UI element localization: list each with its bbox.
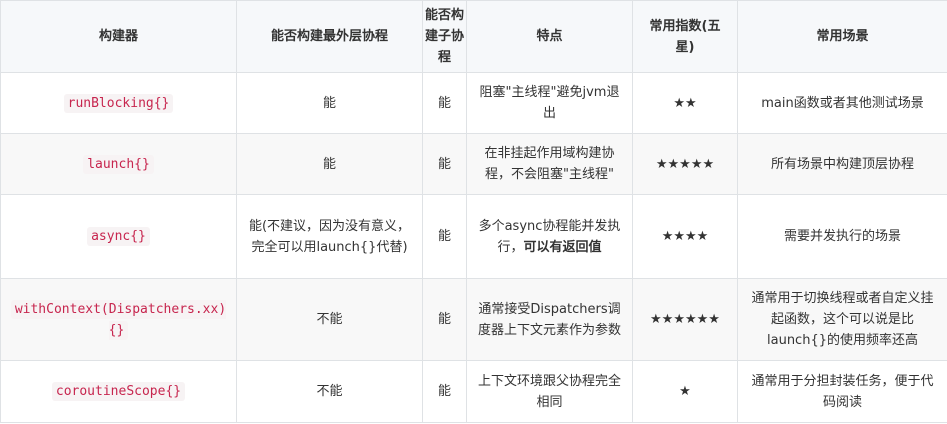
stars-rating: ★★★★★★ bbox=[632, 278, 738, 361]
builder-name: coroutineScope{} bbox=[51, 382, 186, 401]
builder-cell: runBlocking{} bbox=[0, 72, 237, 134]
stars-rating: ★★★★ bbox=[632, 194, 738, 279]
stars-rating: ★★★★★ bbox=[632, 133, 738, 195]
table-header: 构建器 能否构建最外层协程 能否构建子协程 特点 常用指数(五星) 常用场景 bbox=[0, 0, 947, 73]
outermost-cell: 不能 bbox=[236, 360, 423, 423]
outermost-cell: 能 bbox=[236, 133, 423, 195]
scenario-cell: 所有场景中构建顶层协程 bbox=[737, 133, 947, 195]
outermost-cell: 能(不建议，因为没有意义，完全可以用launch{}代替) bbox=[236, 194, 423, 279]
table-row: withContext(Dispatchers.xx){} 不能 能 通常接受D… bbox=[0, 278, 947, 361]
builder-cell: async{} bbox=[0, 194, 237, 279]
builder-name: withContext(Dispatchers.xx){} bbox=[10, 299, 227, 340]
feature-cell: 阻塞"主线程"避免jvm退出 bbox=[466, 72, 633, 134]
outermost-cell: 能 bbox=[236, 72, 423, 134]
scenario-cell: main函数或者其他测试场景 bbox=[737, 72, 947, 134]
child-cell: 能 bbox=[422, 360, 467, 423]
feature-cell: 上下文环境跟父协程完全相同 bbox=[466, 360, 633, 423]
table-row: async{} 能(不建议，因为没有意义，完全可以用launch{}代替) 能 … bbox=[0, 194, 947, 279]
scenario-cell: 通常用于切换线程或者自定义挂起函数，这个可以说是比launch{}的使用频率还高 bbox=[737, 278, 947, 361]
feature-bold-text: 可以有返回值 bbox=[523, 239, 602, 255]
table-row: coroutineScope{} 不能 能 上下文环境跟父协程完全相同 ★ 通常… bbox=[0, 360, 947, 423]
stars-rating: ★ bbox=[632, 360, 738, 423]
child-cell: 能 bbox=[422, 133, 467, 195]
child-cell: 能 bbox=[422, 72, 467, 134]
outermost-cell: 不能 bbox=[236, 278, 423, 361]
table-row: runBlocking{} 能 能 阻塞"主线程"避免jvm退出 ★★ main… bbox=[0, 72, 947, 134]
header-child: 能否构建子协程 bbox=[422, 0, 467, 73]
builder-name: async{} bbox=[87, 227, 150, 246]
header-outermost: 能否构建最外层协程 bbox=[236, 0, 423, 73]
header-row: 构建器 能否构建最外层协程 能否构建子协程 特点 常用指数(五星) 常用场景 bbox=[0, 0, 947, 73]
header-feature: 特点 bbox=[466, 0, 633, 73]
builder-cell: launch{} bbox=[0, 133, 237, 195]
header-scenario: 常用场景 bbox=[737, 0, 947, 73]
stars-rating: ★★ bbox=[632, 72, 738, 134]
table-body: runBlocking{} 能 能 阻塞"主线程"避免jvm退出 ★★ main… bbox=[0, 72, 947, 423]
feature-cell: 通常接受Dispatchers调度器上下文元素作为参数 bbox=[466, 278, 633, 361]
builder-name: runBlocking{} bbox=[63, 93, 174, 113]
child-cell: 能 bbox=[422, 278, 467, 361]
builder-cell: withContext(Dispatchers.xx){} bbox=[0, 278, 237, 361]
header-builder: 构建器 bbox=[0, 0, 237, 73]
coroutine-builder-table: 构建器 能否构建最外层协程 能否构建子协程 特点 常用指数(五星) 常用场景 r… bbox=[0, 0, 947, 423]
feature-cell: 多个async协程能并发执行，可以有返回值 bbox=[466, 194, 633, 279]
builder-cell: coroutineScope{} bbox=[0, 360, 237, 423]
table-row: launch{} 能 能 在非挂起作用域构建协程，不会阻塞"主线程" ★★★★★… bbox=[0, 133, 947, 195]
header-stars: 常用指数(五星) bbox=[632, 0, 738, 73]
scenario-cell: 通常用于分担封装任务，便于代码阅读 bbox=[737, 360, 947, 423]
feature-cell: 在非挂起作用域构建协程，不会阻塞"主线程" bbox=[466, 133, 633, 195]
scenario-cell: 需要并发执行的场景 bbox=[737, 194, 947, 279]
child-cell: 能 bbox=[422, 194, 467, 279]
builder-name: launch{} bbox=[83, 154, 154, 174]
